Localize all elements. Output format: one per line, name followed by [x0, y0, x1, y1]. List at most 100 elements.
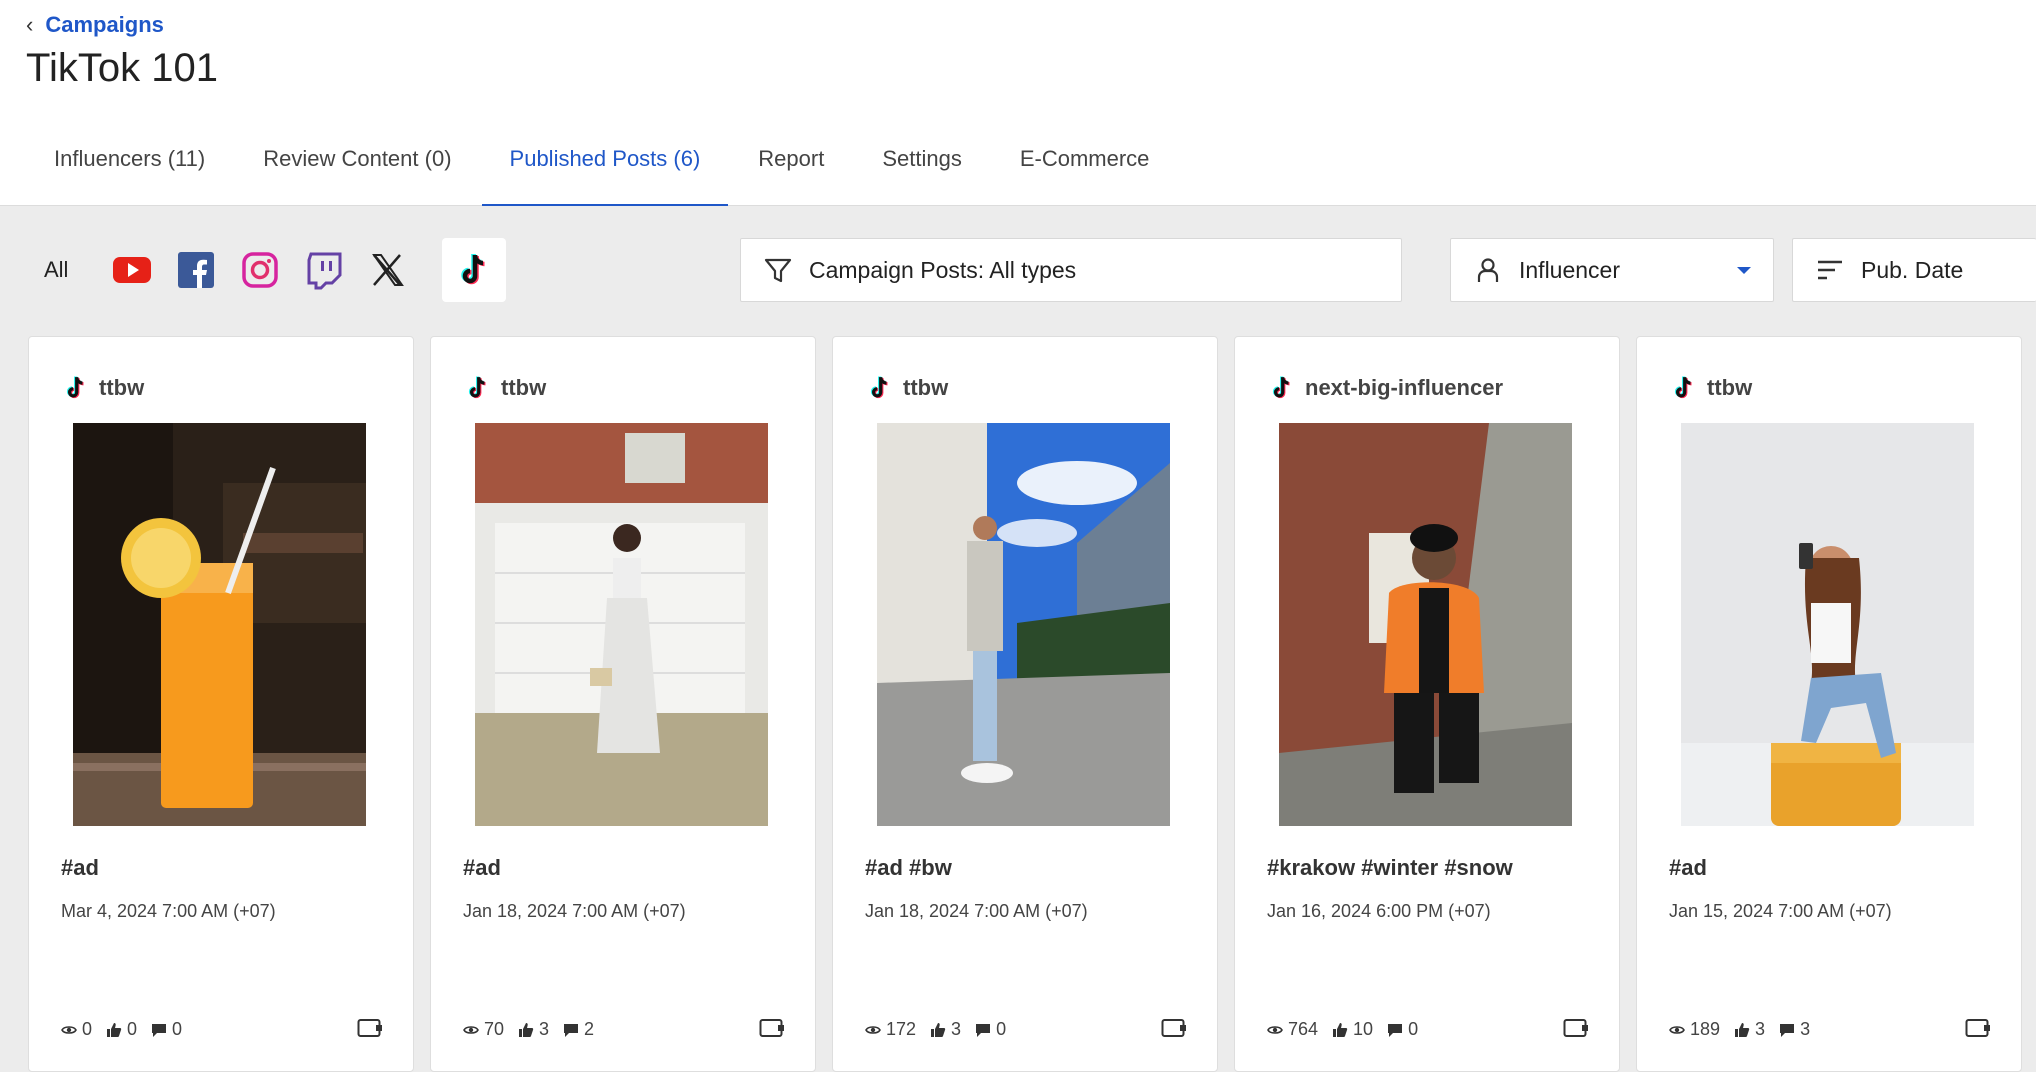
sort-dropdown[interactable]: Pub. Date	[1792, 238, 2036, 302]
post-date: Mar 4, 2024 7:00 AM (+07)	[61, 901, 276, 921]
post-thumbnail[interactable]	[1279, 423, 1572, 826]
comments-count: 2	[584, 1019, 595, 1039]
views-count: 70	[484, 1019, 505, 1039]
video-icon	[759, 1019, 784, 1037]
post-card[interactable]: next-big-influencer #krakow #winter #sno…	[1234, 336, 1620, 1072]
views-count: 189	[1690, 1019, 1721, 1039]
likes-count: 3	[1755, 1019, 1766, 1039]
likes-count: 3	[539, 1019, 550, 1039]
user-icon	[1477, 258, 1499, 282]
comments-count: 0	[996, 1019, 1007, 1039]
comments-count: 0	[172, 1019, 183, 1039]
tiktok-icon	[870, 376, 888, 399]
video-icon	[357, 1019, 382, 1037]
post-caption: #ad	[463, 855, 501, 880]
page-title: TikTok 101	[26, 46, 218, 90]
post-caption: #krakow #winter #snow	[1267, 855, 1513, 880]
tab-report[interactable]: Report	[730, 128, 852, 206]
likes-count: 3	[951, 1019, 962, 1039]
eye-icon	[865, 1025, 881, 1034]
post-author-name: ttbw	[99, 375, 145, 400]
post-author[interactable]: next-big-influencer	[1267, 373, 1503, 403]
x-icon[interactable]	[356, 238, 420, 302]
facebook-icon[interactable]	[164, 238, 228, 302]
video-icon	[1563, 1019, 1588, 1037]
breadcrumb-campaigns-link[interactable]: Campaigns	[45, 12, 164, 38]
post-author-name: ttbw	[1707, 375, 1753, 400]
thumbs-up-icon	[107, 1022, 122, 1037]
post-card[interactable]: ttbw #ad Jan 18, 2024 7:00 AM (+07) 70 3…	[430, 336, 816, 1072]
tiktok-icon	[468, 376, 486, 399]
platform-all[interactable]: All	[44, 238, 100, 302]
likes-count: 0	[127, 1019, 138, 1039]
comment-icon	[152, 1023, 167, 1037]
post-thumbnail[interactable]	[475, 423, 768, 826]
views-count: 172	[886, 1019, 917, 1039]
sort-icon	[1818, 260, 1842, 280]
tab-settings[interactable]: Settings	[854, 128, 990, 206]
post-author[interactable]: ttbw	[61, 373, 144, 403]
sort-dropdown-label: Pub. Date	[1861, 256, 1964, 283]
post-date: Jan 15, 2024 7:00 AM (+07)	[1669, 901, 1892, 921]
published-posts-panel: All Campaign Posts: All types Influencer…	[0, 206, 2036, 1072]
post-thumbnail[interactable]	[877, 423, 1170, 826]
thumbs-up-icon	[1333, 1022, 1348, 1037]
post-caption: #ad	[1669, 855, 1707, 880]
post-author[interactable]: ttbw	[463, 373, 546, 403]
tab-bar: Influencers (11) Review Content (0) Publ…	[26, 128, 1179, 207]
post-stats: 189 3 3	[1669, 1019, 1824, 1040]
chevron-left-icon[interactable]: ‹	[26, 12, 33, 38]
comment-icon	[1780, 1023, 1795, 1037]
post-date: Jan 16, 2024 6:00 PM (+07)	[1267, 901, 1491, 921]
tab-review-content[interactable]: Review Content (0)	[235, 128, 479, 206]
thumbs-up-icon	[519, 1022, 534, 1037]
platform-filter: All	[44, 238, 506, 302]
video-icon	[1161, 1019, 1186, 1037]
post-author[interactable]: ttbw	[865, 373, 948, 403]
post-stats: 0 0 0	[61, 1019, 196, 1040]
influencer-dropdown[interactable]: Influencer	[1450, 238, 1774, 302]
eye-icon	[1669, 1025, 1685, 1034]
post-author-name: ttbw	[903, 375, 949, 400]
post-author-name: ttbw	[501, 375, 547, 400]
twitch-icon[interactable]	[292, 238, 356, 302]
tab-published-posts[interactable]: Published Posts (6)	[481, 128, 729, 207]
video-icon	[1965, 1019, 1990, 1037]
post-stats: 70 3 2	[463, 1019, 608, 1040]
eye-icon	[61, 1025, 77, 1034]
comment-icon	[1388, 1023, 1403, 1037]
tab-influencers[interactable]: Influencers (11)	[26, 128, 233, 206]
funnel-icon	[764, 258, 792, 283]
post-author-name: next-big-influencer	[1305, 375, 1504, 400]
influencer-dropdown-label: Influencer	[1519, 256, 1621, 283]
comment-icon	[976, 1023, 991, 1037]
tiktok-icon	[66, 376, 84, 399]
thumbs-up-icon	[931, 1022, 946, 1037]
post-author[interactable]: ttbw	[1669, 373, 1752, 403]
post-stats: 764 10 0	[1267, 1019, 1432, 1040]
post-thumbnail[interactable]	[1681, 423, 1974, 826]
likes-count: 10	[1353, 1019, 1374, 1039]
page-header: ‹ Campaigns TikTok 101 Influencers (11) …	[0, 0, 2036, 207]
tiktok-icon	[1674, 376, 1692, 399]
breadcrumb[interactable]: ‹ Campaigns	[26, 12, 164, 38]
tab-e-commerce[interactable]: E-Commerce	[992, 128, 1178, 206]
comment-icon	[564, 1023, 579, 1037]
instagram-icon[interactable]	[228, 238, 292, 302]
post-stats: 172 3 0	[865, 1019, 1020, 1040]
thumbs-up-icon	[1735, 1022, 1750, 1037]
tiktok-icon	[1272, 376, 1290, 399]
views-count: 0	[82, 1019, 93, 1039]
post-card[interactable]: ttbw #ad Jan 15, 2024 7:00 AM (+07) 189 …	[1636, 336, 2022, 1072]
tiktok-icon[interactable]	[442, 238, 506, 302]
comments-count: 0	[1408, 1019, 1419, 1039]
youtube-icon[interactable]	[100, 238, 164, 302]
eye-icon	[1267, 1025, 1283, 1034]
views-count: 764	[1288, 1019, 1319, 1039]
post-type-filter[interactable]: Campaign Posts: All types	[740, 238, 1402, 302]
post-thumbnail[interactable]	[73, 423, 366, 826]
post-card[interactable]: ttbw #ad Mar 4, 2024 7:00 AM (+07) 0 0 0	[28, 336, 414, 1072]
caret-down-icon	[1737, 266, 1751, 274]
post-card[interactable]: ttbw #ad #bw Jan 18, 2024 7:00 AM (+07) …	[832, 336, 1218, 1072]
post-type-filter-label: Campaign Posts: All types	[809, 256, 1077, 283]
